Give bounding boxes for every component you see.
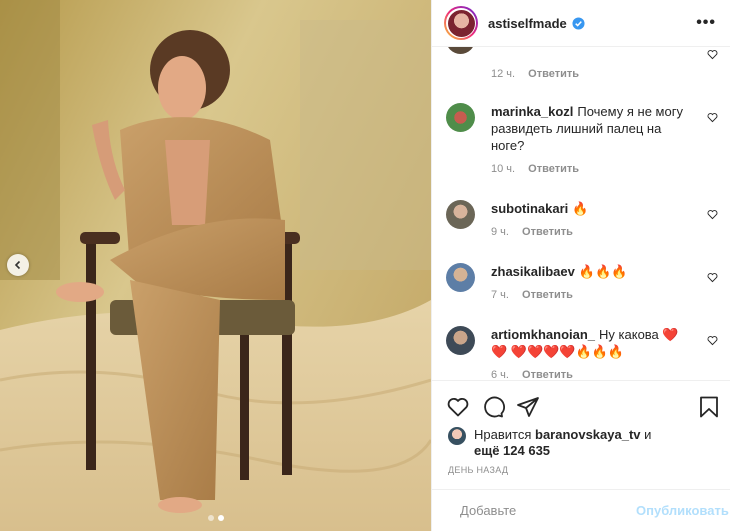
publish-button[interactable]: Опубликовать — [636, 503, 729, 518]
post-sidebar: astiselfmade ••• 12 ч. Ответить marinka_… — [431, 0, 730, 531]
comment-input[interactable] — [460, 503, 636, 518]
likes-prefix: Нравится — [474, 427, 532, 442]
comment-username[interactable]: subotinakari — [491, 201, 568, 216]
comment-avatar[interactable] — [446, 263, 475, 292]
comment-like-icon[interactable] — [707, 49, 718, 60]
comment-like-icon[interactable] — [707, 112, 718, 123]
comment-time: 7 ч. — [491, 289, 509, 301]
comment-text: 🔥🔥🔥 — [578, 264, 628, 279]
comment-item: 12 ч. Ответить — [446, 47, 718, 80]
reply-button[interactable]: Ответить — [528, 68, 579, 80]
author-username[interactable]: astiselfmade — [488, 16, 567, 31]
comment-username[interactable]: marinka_kozl — [491, 104, 573, 119]
comment-item: artiomkhanoian_ Ну какова ❤️❤️ ❤️❤️❤️❤️🔥🔥… — [446, 326, 718, 380]
post-actions: Нравится baranovskaya_tv и ещё 124 635 Д… — [432, 380, 730, 475]
post-date[interactable]: ДЕНЬ НАЗАД — [432, 459, 730, 475]
post-photo — [0, 0, 431, 531]
comment-time: 9 ч. — [491, 226, 509, 238]
share-icon[interactable] — [516, 395, 540, 419]
carousel-dot-active — [217, 515, 224, 521]
comment-avatar[interactable] — [446, 103, 475, 132]
reply-button[interactable]: Ответить — [522, 289, 573, 301]
liker-avatar[interactable] — [448, 427, 466, 445]
likes-summary: Нравится baranovskaya_tv и ещё 124 635 — [432, 421, 730, 459]
comment-like-icon[interactable] — [707, 272, 718, 283]
comment-like-icon[interactable] — [707, 209, 718, 220]
heart-icon[interactable] — [446, 395, 470, 419]
comment-item: subotinakari 🔥 9 ч. Ответить — [446, 200, 718, 238]
more-icon[interactable]: ••• — [696, 14, 716, 32]
comment-avatar[interactable] — [446, 326, 475, 355]
comment-like-icon[interactable] — [707, 335, 718, 346]
likes-count[interactable]: ещё 124 635 — [474, 443, 550, 458]
reply-button[interactable]: Ответить — [522, 369, 573, 380]
reply-button[interactable]: Ответить — [528, 163, 579, 175]
comment-item: zhasikalibaev 🔥🔥🔥 7 ч. Ответить — [446, 263, 718, 301]
liker-username[interactable]: baranovskaya_tv — [535, 427, 641, 442]
comment-text: 🔥 — [572, 201, 589, 216]
reply-button[interactable]: Ответить — [522, 226, 573, 238]
post-media[interactable] — [0, 0, 431, 531]
prev-photo-button[interactable] — [7, 254, 29, 276]
comment-time: 10 ч. — [491, 163, 516, 175]
verified-badge-icon — [572, 16, 585, 30]
author-avatar[interactable] — [444, 6, 478, 40]
chevron-left-icon — [14, 260, 21, 270]
comment-item: marinka_kozl Почему я не могу развидеть л… — [446, 103, 718, 175]
comment-avatar[interactable] — [446, 47, 475, 54]
comment-icon[interactable] — [481, 395, 505, 419]
comment-time: 6 ч. — [491, 369, 509, 380]
action-bar — [432, 381, 730, 421]
comment-avatar[interactable] — [446, 200, 475, 229]
comment-time: 12 ч. — [491, 68, 516, 80]
post-header: astiselfmade ••• — [432, 0, 730, 47]
comment-username[interactable]: artiomkhanoian_ — [491, 327, 595, 342]
carousel-indicator — [0, 515, 431, 521]
add-comment-bar: Опубликовать — [432, 489, 730, 531]
bookmark-icon[interactable] — [697, 395, 721, 419]
carousel-dot — [207, 515, 214, 521]
comments-list: 12 ч. Ответить marinka_kozl Почему я не м… — [432, 47, 730, 380]
comment-username[interactable]: zhasikalibaev — [491, 264, 575, 279]
likes-suffix: и — [644, 427, 652, 442]
